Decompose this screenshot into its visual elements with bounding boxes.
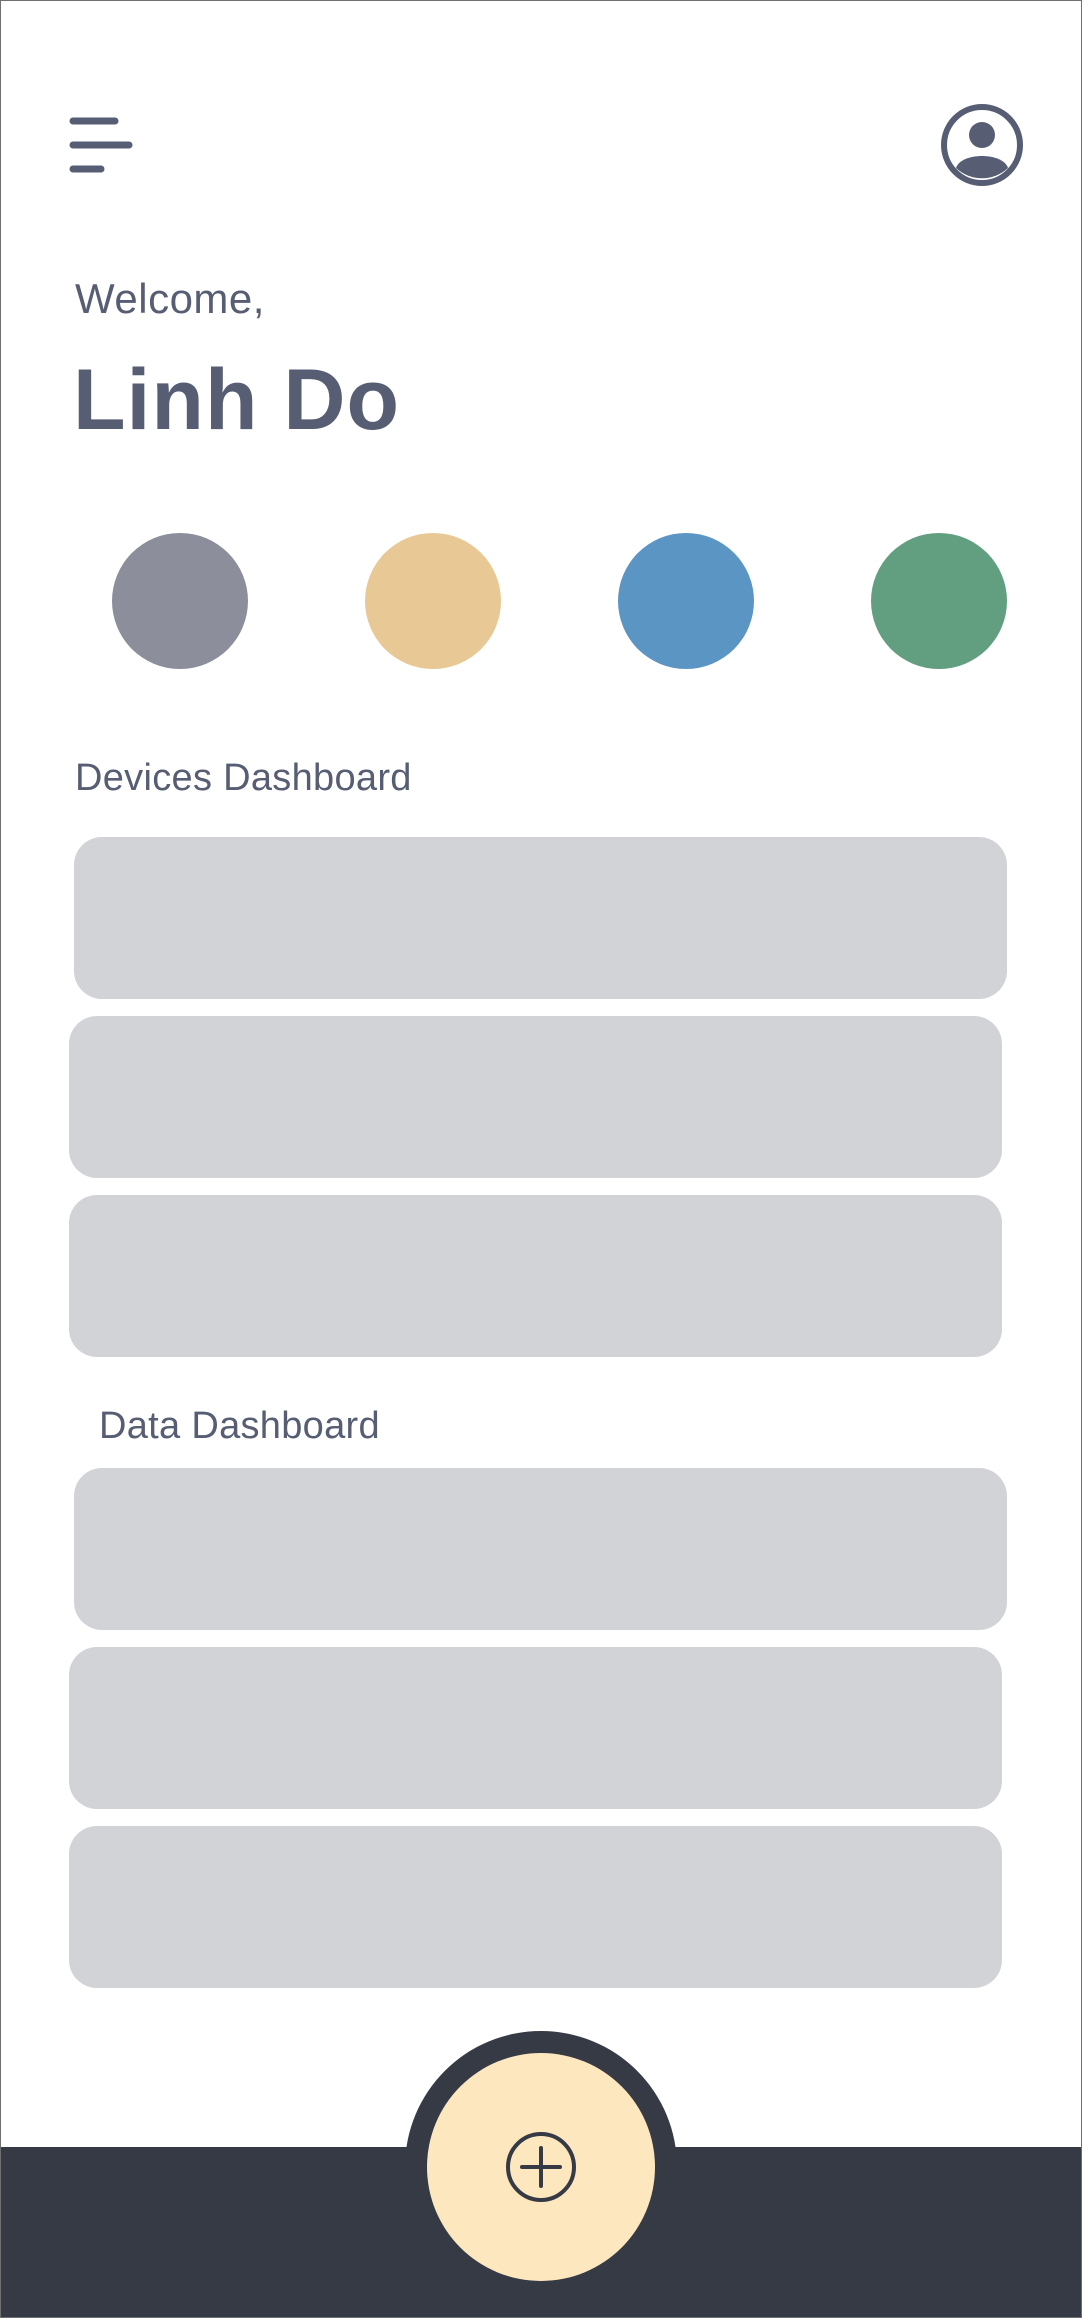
quick-circle-blue[interactable]: [618, 533, 754, 669]
menu-button[interactable]: [61, 111, 141, 177]
data-card-3[interactable]: [69, 1826, 1002, 1988]
welcome-text: Welcome,: [75, 275, 265, 322]
devices-card-3[interactable]: [69, 1195, 1002, 1357]
fab-icon-wrapper: [505, 2131, 577, 2203]
devices-card-1[interactable]: [74, 837, 1007, 999]
profile-button[interactable]: [939, 102, 1025, 188]
data-card-1[interactable]: [74, 1468, 1007, 1630]
add-button[interactable]: [427, 2053, 655, 2281]
app-screen: Welcome, Linh Do Devices Dashboard Data …: [0, 0, 1082, 2318]
devices-dashboard-title: Devices Dashboard: [75, 757, 412, 799]
plus-circle-icon: [506, 2132, 576, 2202]
data-dashboard-title: Data Dashboard: [99, 1405, 380, 1447]
quick-circle-green[interactable]: [871, 533, 1007, 669]
hamburger-menu-icon: [69, 117, 133, 173]
user-name: Linh Do: [73, 352, 401, 448]
devices-card-2[interactable]: [69, 1016, 1002, 1178]
quick-circle-gray[interactable]: [112, 533, 248, 669]
user-account-icon: [941, 104, 1023, 186]
data-card-2[interactable]: [69, 1647, 1002, 1809]
quick-circle-yellow[interactable]: [365, 533, 501, 669]
